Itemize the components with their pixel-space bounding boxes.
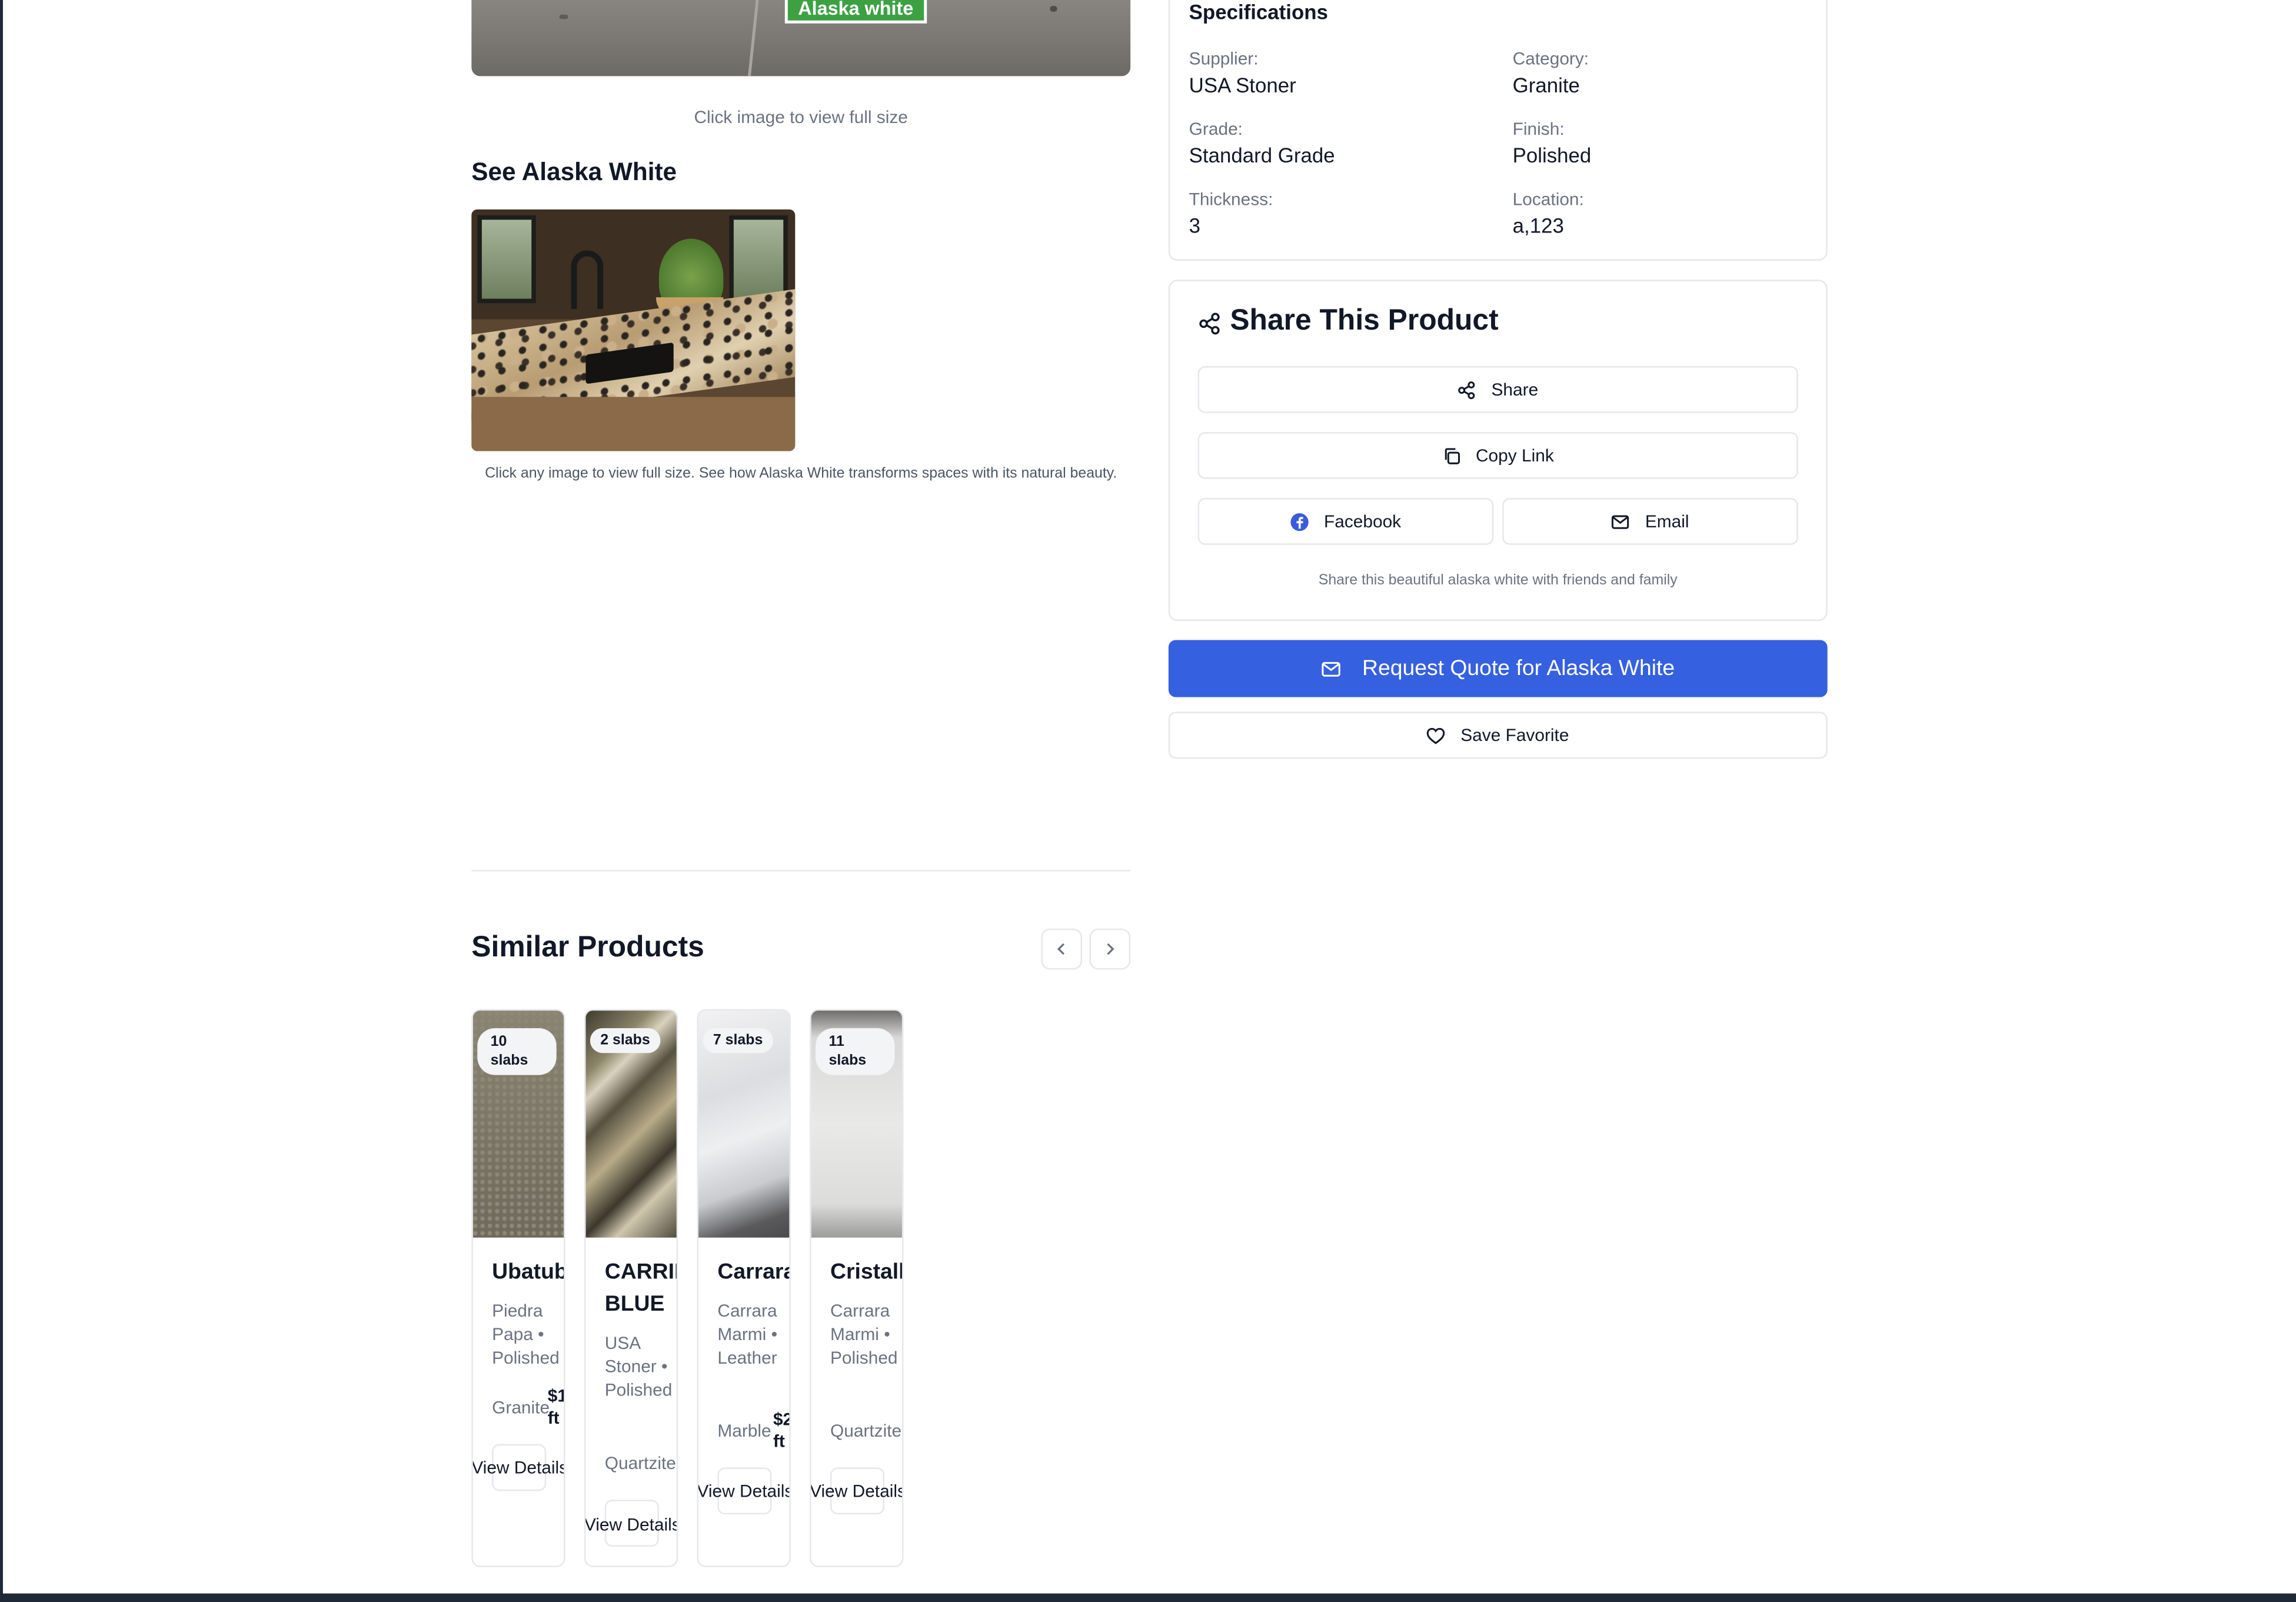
supplier-value: USA Stoner <box>1189 73 1296 97</box>
copy-icon <box>1445 447 1460 464</box>
product-category: Quartzite <box>830 1420 902 1441</box>
copy-link-button[interactable]: Copy Link <box>1197 432 1798 479</box>
product-card[interactable]: 7 slabs Carrara Carrara Marmi • Leather … <box>697 1009 791 1567</box>
share-button-label: Share <box>1491 379 1539 400</box>
location-label: Location: <box>1512 189 1584 210</box>
slab-count-badge: 2 slabs <box>590 1028 661 1053</box>
category-value: Granite <box>1512 73 1580 97</box>
email-label: Email <box>1645 511 1689 532</box>
facebook-icon <box>1290 512 1309 531</box>
facebook-label: Facebook <box>1323 511 1402 532</box>
chevron-left-icon <box>1057 943 1065 955</box>
facebook-share-button[interactable]: Facebook <box>1197 498 1494 545</box>
product-category: Quartzite <box>604 1453 676 1474</box>
grade-label: Grade: <box>1189 118 1243 139</box>
specifications-title: Specifications <box>1189 0 1328 24</box>
product-name: Cristallo <box>830 1259 902 1285</box>
share-icon <box>1459 380 1476 399</box>
view-details-label: View Details <box>471 1457 565 1478</box>
gallery-heading: See Alaska White <box>471 158 677 187</box>
mail-icon <box>1322 661 1341 676</box>
save-favorite-label: Save Favorite <box>1460 724 1569 746</box>
view-details-label: View Details <box>810 1480 904 1501</box>
supplier-label: Supplier: <box>1189 48 1259 69</box>
carousel-next-button[interactable] <box>1089 928 1131 970</box>
similar-products-heading: Similar Products <box>471 931 704 964</box>
grade-value: Standard Grade <box>1189 143 1335 167</box>
product-detail: Carrara Marmi • Polished <box>830 1300 898 1368</box>
product-category: Granite <box>492 1397 550 1418</box>
copy-link-label: Copy Link <box>1475 445 1554 466</box>
share-icon <box>1198 312 1222 335</box>
product-name: Ubatuba <box>492 1259 564 1285</box>
finish-label: Finish: <box>1512 118 1565 139</box>
save-favorite-button[interactable]: Save Favorite <box>1168 712 1828 759</box>
product-category: Marble <box>717 1420 771 1441</box>
gallery-image-kitchen[interactable] <box>471 209 796 451</box>
slab-count-badge: 7 slabs <box>703 1028 773 1053</box>
finish-value: Polished <box>1512 143 1592 167</box>
slab-count-badge: 10 slabs <box>477 1028 557 1075</box>
carousel-prev-button[interactable] <box>1041 928 1083 970</box>
request-quote-button[interactable]: Request Quote for Alaska White <box>1168 640 1828 697</box>
main-product-image[interactable]: Alaska white <box>471 0 1131 77</box>
share-note: Share this beautiful alaska white with f… <box>1318 573 1678 589</box>
view-details-label: View Details <box>697 1480 791 1501</box>
section-divider <box>471 870 1131 872</box>
thickness-label: Thickness: <box>1189 189 1273 210</box>
product-name: Carrara <box>717 1259 791 1285</box>
share-button[interactable]: Share <box>1197 366 1798 413</box>
category-label: Category: <box>1512 48 1589 69</box>
stone-name-label: Alaska white <box>784 0 927 24</box>
image-caption: Click image to view full size <box>694 107 908 128</box>
product-card[interactable]: 11 slabs Cristallo Carrara Marmi • Polis… <box>810 1009 904 1567</box>
product-price: $1 ft <box>547 1385 564 1428</box>
product-price: $2 ft <box>773 1408 789 1452</box>
gallery-note: Click any image to view full size. See h… <box>485 466 1117 482</box>
location-value: a,123 <box>1512 214 1564 238</box>
thickness-value: 3 <box>1189 214 1201 238</box>
share-title: Share This Product <box>1230 304 1499 337</box>
product-card[interactable]: 2 slabs CARRIBE BLUE USA Stoner • Polish… <box>584 1009 678 1567</box>
chevron-right-icon <box>1107 943 1114 955</box>
product-detail: Piedra Papa • Polished <box>492 1300 560 1368</box>
view-details-label: View Details <box>584 1514 678 1535</box>
slab-count-badge: 11 slabs <box>816 1028 895 1075</box>
product-card[interactable]: 10 slabs Ubatuba Piedra Papa • Polished … <box>471 1009 565 1567</box>
mail-icon <box>1612 514 1630 529</box>
specifications-card <box>1168 0 1828 261</box>
request-quote-label: Request Quote for Alaska White <box>1362 656 1675 682</box>
heart-icon <box>1427 727 1446 744</box>
product-detail: Carrara Marmi • Leather <box>717 1300 778 1368</box>
product-detail: USA Stoner • Polished <box>604 1332 673 1401</box>
product-name: CARRIBE BLUE <box>604 1259 677 1317</box>
email-share-button[interactable]: Email <box>1502 498 1798 545</box>
